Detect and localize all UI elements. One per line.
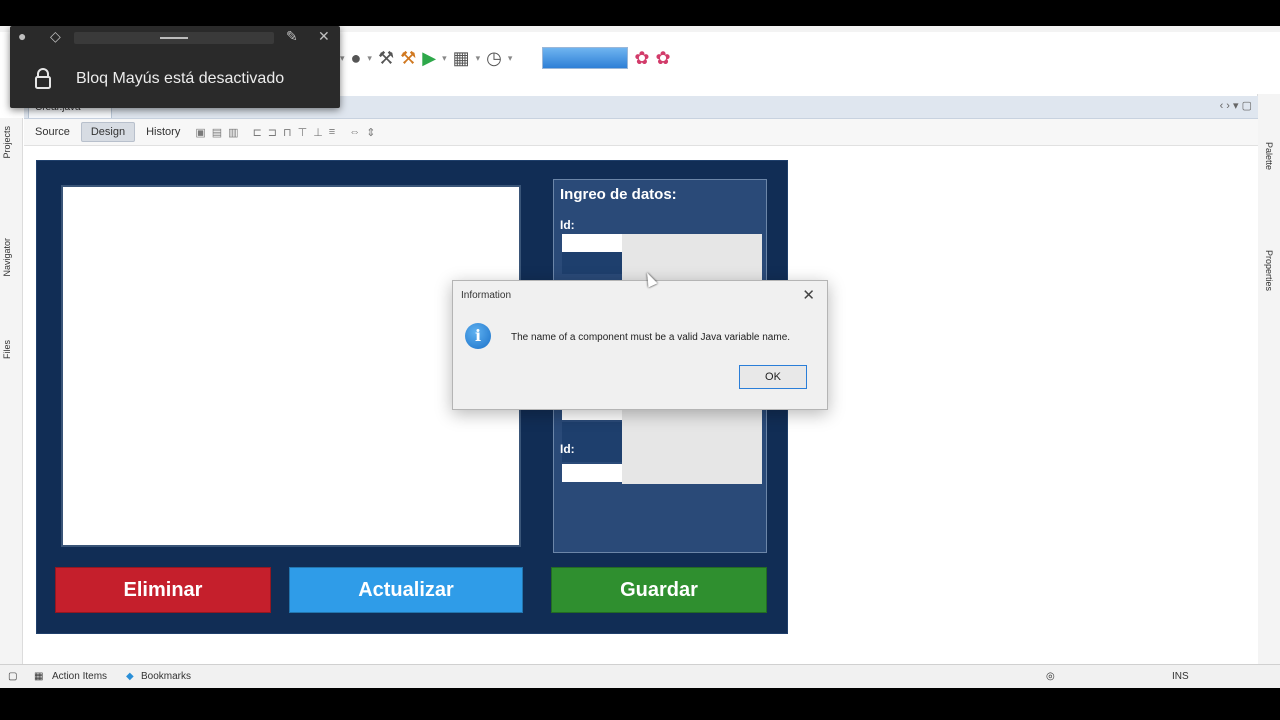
lock-icon — [35, 68, 51, 89]
ok-button[interactable]: OK — [739, 365, 807, 389]
profile-icon[interactable]: ◷ — [486, 48, 502, 69]
label-cell — [562, 252, 622, 274]
dropdown-arrow-icon[interactable]: ▾ — [367, 53, 372, 64]
bookmarks-tab[interactable]: Bookmarks — [141, 671, 191, 682]
profile-dropdown-icon[interactable]: ▾ — [508, 53, 513, 64]
status-bar: ▢ ▦ Action Items ◆ Bookmarks ◎ INS — [0, 664, 1280, 688]
palette-tab[interactable]: Palette — [1264, 142, 1274, 170]
bookmarks-icon: ◆ — [126, 671, 134, 682]
memory-usage-bar[interactable] — [542, 47, 629, 69]
settings-icon[interactable]: ● — [18, 28, 26, 44]
align-center-icon[interactable]: ⊓ — [283, 126, 292, 139]
field-label-id: Id: — [560, 442, 575, 456]
debug-icon[interactable]: ▦ — [453, 48, 470, 69]
build-hammer-icon[interactable]: ⚒ — [378, 48, 394, 69]
information-dialog: Information ✕ i The name of a component … — [452, 280, 828, 410]
align-right-icon[interactable]: ⊐ — [268, 126, 277, 139]
profiler-icon[interactable]: ✿ — [655, 48, 670, 69]
progress-icon[interactable]: ◎ — [1046, 671, 1055, 682]
run-icon[interactable]: ▶ — [422, 48, 436, 69]
selection-mode-icon[interactable]: ▣ — [195, 126, 205, 139]
align-left-icon[interactable]: ⊏ — [253, 126, 262, 139]
tab-history[interactable]: History — [137, 123, 189, 141]
guardar-button[interactable]: Guardar — [551, 567, 767, 613]
data-panel-title: Ingreo de datos: — [560, 186, 677, 203]
align-bottom-icon[interactable]: ⊥ — [313, 126, 323, 139]
tab-design[interactable]: Design — [80, 122, 136, 142]
chevron-icon[interactable]: ◇ — [50, 28, 61, 45]
notification-text: Bloq Mayús está desactivado — [76, 70, 285, 87]
config-dropdown-arrow-icon[interactable]: ▾ — [340, 53, 345, 64]
window-controls[interactable]: ‹ › ▾ ▢ — [1220, 99, 1252, 112]
pin-icon[interactable]: ✎ — [286, 28, 298, 45]
text-field[interactable] — [562, 234, 622, 252]
globe-icon[interactable]: ● — [351, 48, 362, 69]
files-tab[interactable]: Files — [2, 340, 12, 359]
close-icon[interactable]: ✕ — [802, 286, 815, 304]
dialog-title: Information — [461, 290, 512, 301]
left-sidebar: Projects Navigator Files — [0, 118, 23, 668]
insert-mode-indicator: INS — [1172, 671, 1189, 682]
align-baseline-icon[interactable]: ≡ — [329, 126, 335, 138]
right-sidebar: Palette Properties — [1257, 94, 1280, 674]
drag-handle[interactable] — [74, 32, 274, 44]
action-items-icon: ▦ — [34, 671, 44, 682]
close-icon[interactable]: ✕ — [318, 28, 330, 45]
clean-build-icon[interactable]: ⚒ — [400, 48, 416, 69]
connection-mode-icon[interactable]: ▤ — [212, 126, 222, 139]
info-icon: i — [465, 323, 491, 349]
debug-dropdown-icon[interactable]: ▾ — [476, 53, 481, 64]
resize-horizontal-icon[interactable]: ⇔ — [349, 126, 360, 138]
eliminar-button[interactable]: Eliminar — [55, 567, 271, 613]
resize-vertical-icon[interactable]: ⇕ — [366, 126, 375, 139]
align-top-icon[interactable]: ⊤ — [298, 126, 308, 139]
actualizar-button[interactable]: Actualizar — [289, 567, 523, 613]
action-items-tab[interactable]: Action Items — [52, 671, 107, 682]
caps-lock-notification: ● ◇ ✎ ✕ Bloq Mayús está desactivado — [10, 26, 340, 108]
text-field[interactable] — [562, 464, 622, 482]
projects-tab[interactable]: Projects — [2, 126, 12, 159]
preview-icon[interactable]: ▥ — [228, 126, 238, 139]
main-toolbar: ▾ ● ▾ ⚒ ⚒ ▶ ▾ ▦ ▾ ◷ ▾ ✿ ✿ — [340, 40, 671, 76]
dialog-message: The name of a component must be a valid … — [511, 332, 791, 343]
field-label-id: Id: — [560, 218, 575, 232]
notifications-icon[interactable]: ▢ — [8, 671, 17, 682]
navigator-tab[interactable]: Navigator — [2, 238, 12, 277]
run-dropdown-icon[interactable]: ▾ — [442, 53, 447, 64]
gc-icon[interactable]: ✿ — [634, 48, 649, 69]
design-toolbar: Source Design History ▣ ▤ ▥ ⊏ ⊐ ⊓ ⊤ ⊥ ≡ … — [24, 119, 1258, 146]
properties-tab[interactable]: Properties — [1264, 250, 1274, 291]
tab-source[interactable]: Source — [26, 123, 79, 141]
